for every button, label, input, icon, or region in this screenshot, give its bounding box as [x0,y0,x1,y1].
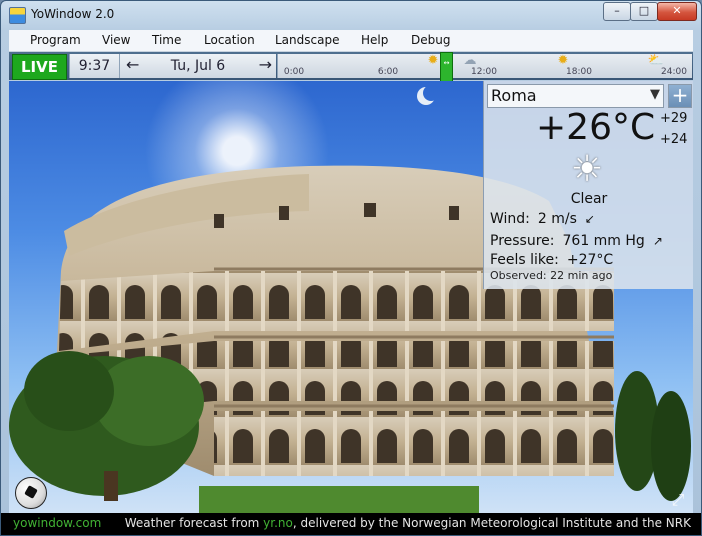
wind-direction-icon: ↙ [584,212,595,226]
credit-suffix: , delivered by the Norwegian Meteorologi… [292,516,691,530]
condition-label: Clear [570,191,608,207]
maximize-icon: □ [638,4,650,17]
rain-cloud-icon: ☁ [463,53,477,68]
weather-panel: Roma ▼ + +26°C +29 +24 ☀ Clear Wind: 2 m/… [483,81,693,289]
sun-icon: ✹ [427,53,439,68]
close-button[interactable]: ✕ [657,2,697,21]
fullscreen-icon[interactable]: ⤢ [669,491,687,509]
menu-bar: Program View Time Location Landscape Hel… [9,30,693,52]
menu-location[interactable]: Location [204,33,255,47]
feels-like-value: +27°C [566,252,614,268]
title-bar: YoWindow 2.0 – □ ✕ [1,1,701,29]
credit-prefix: Weather forecast from [124,516,264,530]
wind-row: Wind: 2 m/s ↙ [490,211,595,227]
sun-cloud-icon: ⛅ [647,53,665,68]
observed-value: 22 min ago [550,269,613,282]
source-link[interactable]: yr.no [263,516,293,530]
time-toolbar: LIVE 9:37 ← Tu, Jul 6 → 0:00 6:00 12:00 … [9,52,693,82]
city-name: Roma [491,86,537,105]
prev-day-arrow-icon[interactable]: ← [126,54,139,76]
window-title: YoWindow 2.0 [31,7,115,21]
minimize-button[interactable]: – [603,2,631,21]
menu-landscape[interactable]: Landscape [275,33,339,47]
menu-debug[interactable]: Debug [411,33,450,47]
landscape-view: ⤢ Roma ▼ + +26°C +29 +24 ☀ Clear Wind: 2 … [9,81,693,513]
add-location-button[interactable]: + [668,84,692,108]
timeline-handle[interactable] [440,52,453,82]
menu-view[interactable]: View [102,33,130,47]
sun-icon: ✹ [557,53,569,68]
minimize-icon: – [614,4,620,17]
forecast-credit: Weather forecast from yr.no, delivered b… [125,516,691,530]
grass-area [199,486,479,513]
timeline-label: 24:00 [661,67,687,77]
city-dropdown[interactable]: Roma ▼ [487,84,664,108]
close-icon: ✕ [672,4,682,17]
wind-label: Wind: [490,211,530,227]
maximize-button[interactable]: □ [630,2,658,21]
feels-like-row: Feels like: +27°C [490,252,613,268]
pressure-row: Pressure: 761 mm Hg ↗ [490,233,663,249]
pressure-label: Pressure: [490,233,555,249]
temperature-low: +24 [660,132,688,147]
soccer-ball-icon[interactable] [15,477,47,509]
wind-value: 2 m/s [537,211,577,227]
timeline-label: 12:00 [471,67,497,77]
observed-label: Observed: [490,269,547,282]
timeline-slider[interactable]: 0:00 6:00 12:00 18:00 24:00 ✹ ☁ ✹ ⛅ [277,52,692,82]
clock-display[interactable]: 9:37 [69,54,119,78]
feels-like-label: Feels like: [490,252,559,268]
status-bar: yowindow.com Weather forecast from yr.no… [1,513,701,535]
timeline-label: 6:00 [377,67,399,77]
website-link[interactable]: yowindow.com [13,516,101,530]
observed-row: Observed: 22 min ago [490,269,612,282]
current-temperature: +26°C [536,107,656,148]
date-label: Tu, Jul 6 [170,58,226,74]
menu-time[interactable]: Time [152,33,181,47]
menu-help[interactable]: Help [361,33,388,47]
date-selector: ← Tu, Jul 6 → [119,54,276,78]
app-icon [9,7,26,24]
pressure-trend-icon: ↗ [652,234,663,248]
next-day-arrow-icon[interactable]: → [259,54,272,76]
live-button[interactable]: LIVE [12,54,67,80]
temperature-high: +29 [660,111,688,126]
timeline-label: 0:00 [283,67,305,77]
timeline-label: 18:00 [566,67,592,77]
sun-icon: ☀ [570,149,604,190]
app-window: YoWindow 2.0 – □ ✕ Program View Time Loc… [0,0,702,536]
chevron-down-icon: ▼ [650,87,660,102]
menu-program[interactable]: Program [30,33,81,47]
pressure-value: 761 mm Hg [562,233,645,249]
